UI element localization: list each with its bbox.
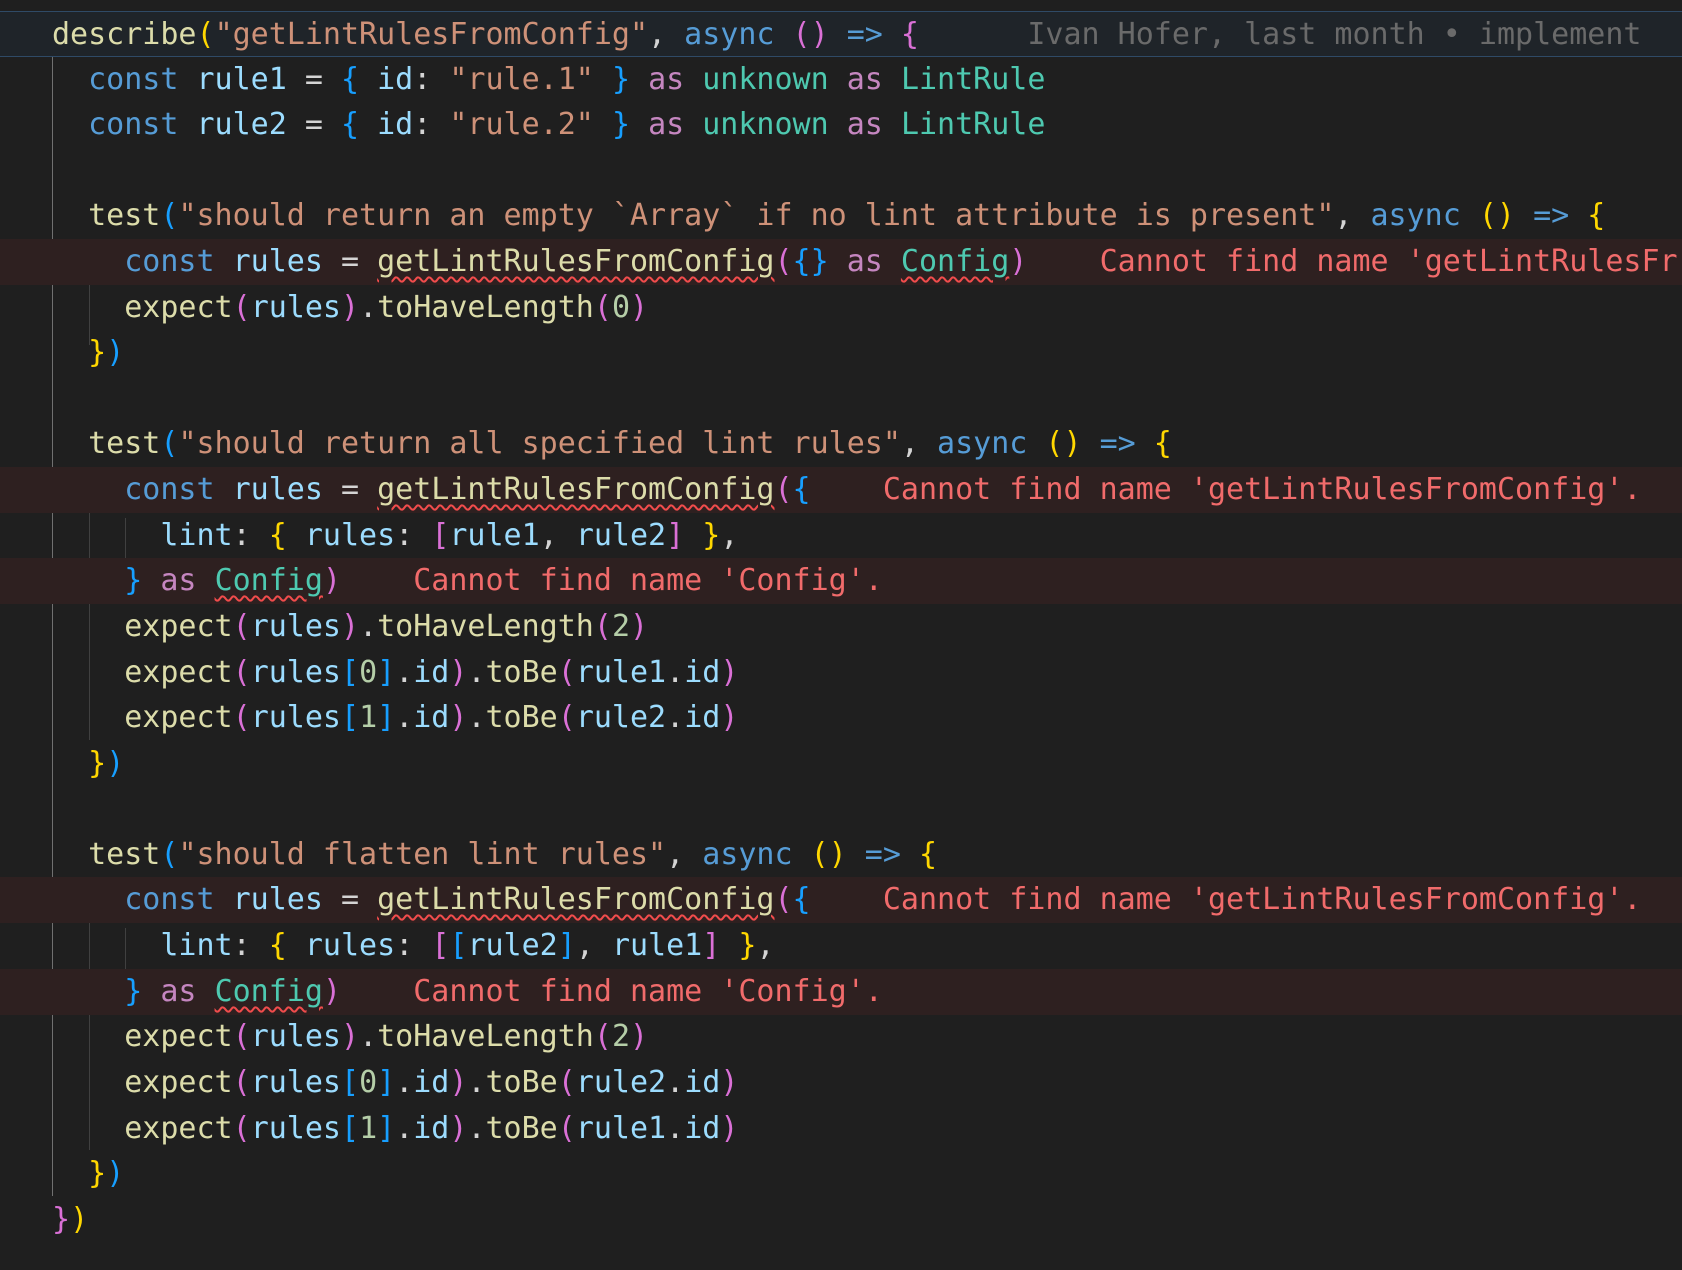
code-line-test2[interactable]: test("should return all specified lint r…	[0, 421, 1682, 467]
expected-length: 0	[611, 290, 630, 325]
git-blame-annotation: Ivan Hofer, last month • implement	[1027, 17, 1642, 52]
test1-title: "should return an empty `Array` if no li…	[178, 198, 1335, 233]
code-line[interactable]: })	[0, 1151, 1682, 1197]
code-line-rule2[interactable]: const rule2 = { id: "rule.2" } as unknow…	[0, 102, 1682, 148]
code-line[interactable]: expect(rules[1].id).toBe(rule1.id)	[0, 1106, 1682, 1152]
code-line-error[interactable]: } as Config) Cannot find name 'Config'.	[0, 969, 1682, 1015]
expected-length: 2	[611, 1019, 630, 1054]
test2-title: "should return all specified lint rules"	[178, 426, 901, 461]
expected-length: 2	[611, 609, 630, 644]
rule1-name: rule1	[196, 62, 287, 97]
code-line-error[interactable]: const rules = getLintRulesFromConfig({ C…	[0, 877, 1682, 923]
code-line-test3[interactable]: test("should flatten lint rules", async …	[0, 832, 1682, 878]
code-editor[interactable]: describe("getLintRulesFromConfig", async…	[0, 0, 1682, 1270]
error-message: Cannot find name 'getLintRulesFr	[1099, 244, 1678, 279]
code-line[interactable]: })	[0, 741, 1682, 787]
code-line[interactable]: lint: { rules: [rule1, rule2] },	[0, 513, 1682, 559]
code-line[interactable]: })	[0, 330, 1682, 376]
rule1-type: LintRule	[900, 62, 1046, 97]
error-message: Cannot find name 'Config'.	[413, 974, 883, 1009]
code-line-error[interactable]: const rules = getLintRulesFromConfig({} …	[0, 239, 1682, 285]
code-line-test1[interactable]: test("should return an empty `Array` if …	[0, 193, 1682, 239]
code-line[interactable]: expect(rules).toHaveLength(0)	[0, 285, 1682, 331]
code-line-error[interactable]: } as Config) Cannot find name 'Config'.	[0, 558, 1682, 604]
code-line[interactable]: expect(rules).toHaveLength(2)	[0, 604, 1682, 650]
code-line[interactable]: })	[0, 1197, 1682, 1243]
describe-name: "getLintRulesFromConfig"	[214, 17, 649, 52]
rule2-name: rule2	[196, 107, 287, 142]
code-line[interactable]: lint: { rules: [[rule2], rule1] },	[0, 923, 1682, 969]
code-line-describe[interactable]: describe("getLintRulesFromConfig", async…	[0, 11, 1682, 57]
rule2-id: "rule.2"	[449, 107, 594, 142]
rule2-type: LintRule	[900, 107, 1046, 142]
error-message: Cannot find name 'getLintRulesFromConfig…	[882, 472, 1642, 507]
code-line[interactable]: expect(rules[0].id).toBe(rule1.id)	[0, 650, 1682, 696]
error-message: Cannot find name 'getLintRulesFromConfig…	[882, 882, 1642, 917]
code-line[interactable]: expect(rules[0].id).toBe(rule2.id)	[0, 1060, 1682, 1106]
code-line[interactable]: expect(rules).toHaveLength(2)	[0, 1014, 1682, 1060]
test3-title: "should flatten lint rules"	[178, 837, 667, 872]
code-line-error[interactable]: const rules = getLintRulesFromConfig({ C…	[0, 467, 1682, 513]
code-line-rule1[interactable]: const rule1 = { id: "rule.1" } as unknow…	[0, 57, 1682, 103]
error-message: Cannot find name 'Config'.	[413, 563, 883, 598]
rule1-id: "rule.1"	[449, 62, 594, 97]
code-line[interactable]: expect(rules[1].id).toBe(rule2.id)	[0, 695, 1682, 741]
